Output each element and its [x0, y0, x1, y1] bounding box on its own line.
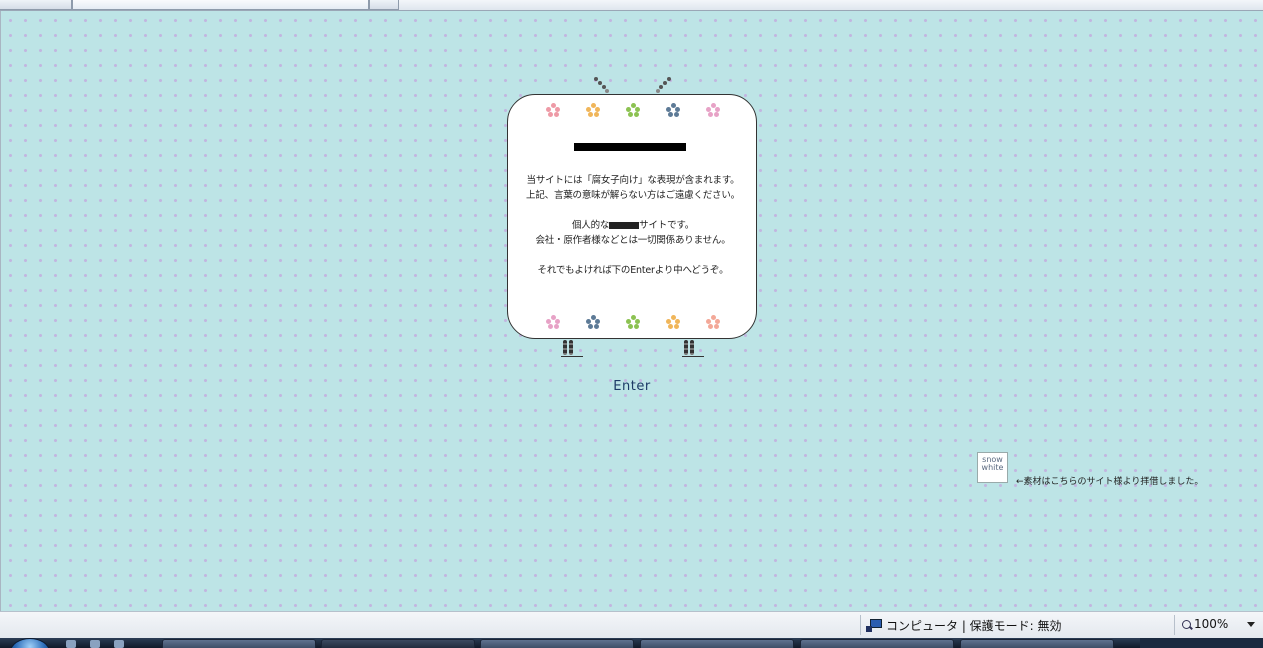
material-site-banner[interactable]: snow white — [977, 452, 1008, 483]
notice-line-2: 上記、言葉の意味が解らない方はご遠慮ください。 — [526, 190, 740, 201]
disclaimer-line: 会社・原作者様などとは一切関係ありません。 — [535, 235, 731, 246]
zoom-label: 100% — [1194, 617, 1229, 631]
security-zone[interactable]: コンピュータ | 保護モード: 無効 — [866, 617, 1062, 634]
taskbar-button[interactable] — [162, 639, 316, 648]
personal-line: 個人的な サイトです。 — [508, 218, 758, 233]
zoom-level[interactable]: 100% — [1182, 617, 1228, 631]
flower-icon — [546, 103, 560, 117]
tv-leg-left — [561, 340, 583, 357]
system-tray — [1140, 638, 1263, 648]
browser-tab-active[interactable] — [72, 0, 369, 10]
taskbar-button-active[interactable] — [321, 639, 475, 648]
notice-line-1: 当サイトには「腐女子向け」な表現が含まれます。 — [526, 175, 740, 186]
status-bar: コンピュータ | 保護モード: 無効 100% — [0, 611, 1263, 639]
taskbar-button[interactable] — [640, 639, 794, 648]
taskbar-button[interactable] — [800, 639, 954, 648]
flower-row-top — [508, 103, 758, 117]
quicklaunch-icon[interactable] — [66, 640, 76, 648]
taskbar-button[interactable] — [960, 639, 1114, 648]
personal-prefix: 個人的な — [571, 220, 610, 231]
redacted-word — [609, 222, 640, 229]
redacted-title — [574, 143, 686, 151]
start-button[interactable] — [10, 638, 50, 648]
page-viewport: 当サイトには「腐女子向け」な表現が含まれます。 上記、言葉の意味が解らない方はご… — [0, 11, 1263, 611]
flower-icon — [586, 315, 600, 329]
credit-text: ←素材はこちらのサイト様より拝借しました。 — [1016, 477, 1204, 487]
taskbar-button[interactable] — [480, 639, 634, 648]
browser-tab[interactable] — [0, 0, 72, 10]
zoom-dropdown-icon[interactable] — [1247, 622, 1255, 627]
flower-icon — [586, 103, 600, 117]
flower-row-bottom — [508, 315, 758, 329]
taskbar — [0, 638, 1263, 648]
computer-icon — [866, 619, 882, 632]
flower-icon — [706, 315, 720, 329]
flower-icon — [706, 103, 720, 117]
browser-tab-strip — [0, 0, 1263, 11]
flower-icon — [666, 103, 680, 117]
notice-text: 当サイトには「腐女子向け」な表現が含まれます。 上記、言葉の意味が解らない方はご… — [508, 173, 758, 203]
flower-icon — [666, 315, 680, 329]
quicklaunch-icon[interactable] — [114, 640, 124, 648]
quicklaunch-icon[interactable] — [90, 640, 100, 648]
security-zone-label: コンピュータ | 保護モード: 無効 — [886, 619, 1062, 633]
proceed-text: それでもよければ下のEnterより中へどうぞ。 — [537, 265, 729, 276]
magnifier-icon — [1182, 619, 1191, 629]
flower-icon — [626, 103, 640, 117]
flower-icon — [546, 315, 560, 329]
banner-text-2: white — [981, 463, 1004, 472]
personal-suffix: サイトです。 — [639, 220, 695, 231]
new-tab-button[interactable] — [369, 0, 399, 10]
enter-link[interactable]: Enter — [601, 379, 663, 394]
tv-leg-right — [682, 340, 704, 357]
personal-text: 個人的な サイトです。 会社・原作者様などとは一切関係ありません。 — [508, 218, 758, 248]
flower-icon — [626, 315, 640, 329]
warning-notice-box: 当サイトには「腐女子向け」な表現が含まれます。 上記、言葉の意味が解らない方はご… — [507, 94, 757, 339]
